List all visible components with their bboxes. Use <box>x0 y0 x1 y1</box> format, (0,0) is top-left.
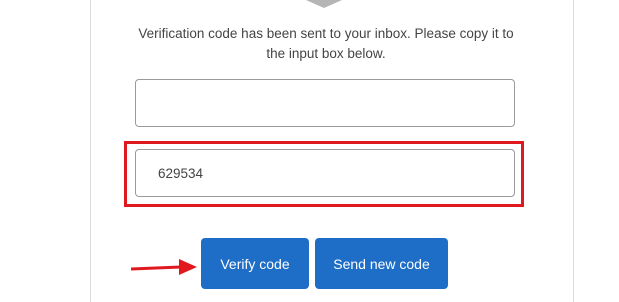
email-field[interactable] <box>135 79 515 127</box>
verify-code-button[interactable]: Verify code <box>201 238 309 289</box>
verification-message: Verification code has been sent to your … <box>138 26 514 61</box>
right-arrow-icon <box>131 259 197 275</box>
verification-code-input[interactable] <box>135 149 515 197</box>
send-new-code-button[interactable]: Send new code <box>315 238 448 289</box>
logo-icon <box>306 0 342 8</box>
